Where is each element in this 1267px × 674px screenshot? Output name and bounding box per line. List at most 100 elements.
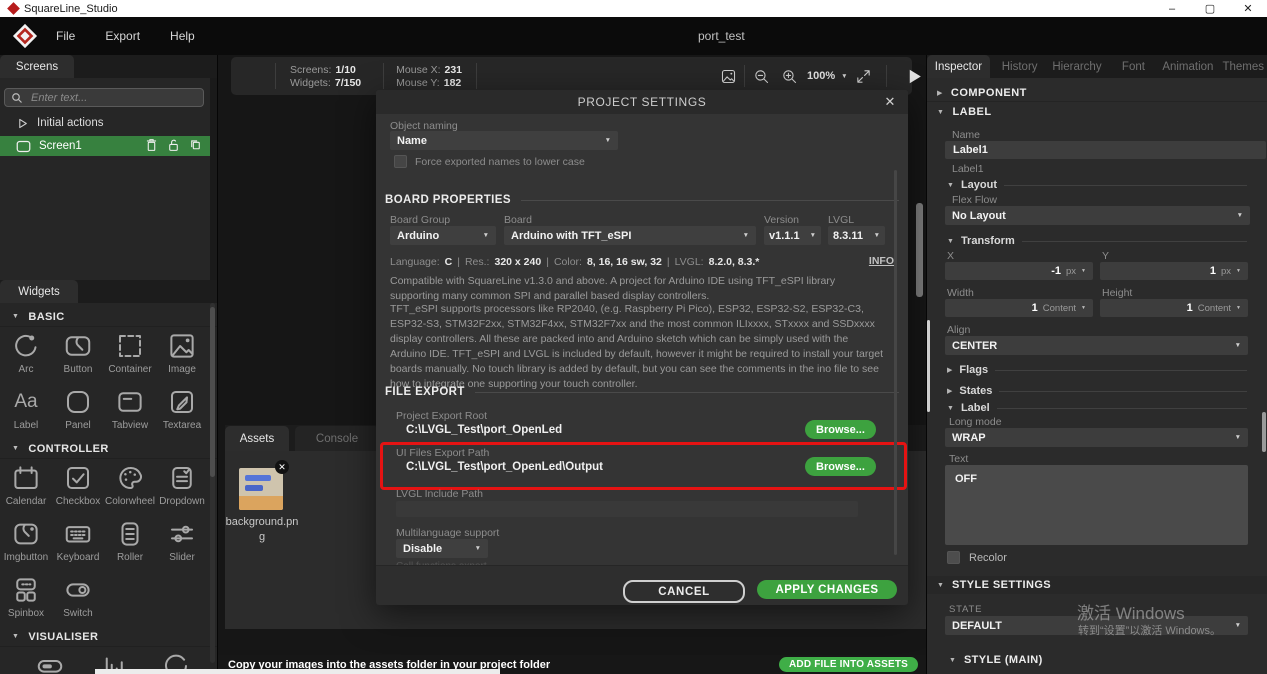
canvas-scrollbar[interactable] bbox=[916, 203, 923, 297]
zoom-level[interactable]: 100% bbox=[807, 70, 835, 82]
widget-textarea[interactable]: Textarea bbox=[156, 383, 208, 439]
x-field[interactable]: -1px ▼ bbox=[945, 262, 1093, 280]
zoom-out-icon[interactable] bbox=[749, 64, 773, 88]
tab-assets[interactable]: Assets bbox=[225, 426, 289, 451]
flex-flow-dropdown[interactable]: No Layout ▼ bbox=[945, 206, 1250, 225]
zoom-in-icon[interactable] bbox=[777, 64, 801, 88]
duplicate-screen-icon[interactable] bbox=[189, 138, 202, 152]
minimize-button[interactable]: – bbox=[1153, 0, 1191, 17]
align-dropdown[interactable]: CENTER ▼ bbox=[945, 336, 1248, 355]
search-input[interactable] bbox=[29, 91, 193, 105]
height-field[interactable]: 1Content ▼ bbox=[1100, 299, 1248, 317]
component-section[interactable]: ▶ COMPONENT bbox=[937, 87, 1027, 99]
menu-export[interactable]: Export bbox=[105, 29, 140, 43]
text-textarea[interactable]: OFF bbox=[945, 465, 1248, 545]
widget-slider[interactable]: Slider bbox=[156, 515, 208, 571]
panel-divider-scrollbar[interactable] bbox=[927, 320, 930, 412]
width-field[interactable]: 1Content ▼ bbox=[945, 299, 1093, 317]
browse-ui-files-button[interactable]: Browse... bbox=[805, 457, 876, 476]
project-export-root-value[interactable]: C:\LVGL_Test\port_OpenLed bbox=[406, 424, 562, 436]
unit-caret-icon[interactable]: ▼ bbox=[1081, 268, 1086, 274]
lvgl-version-dropdown[interactable]: 8.3.11 ▼ bbox=[828, 226, 885, 245]
inspector-scrollbar[interactable] bbox=[1262, 412, 1266, 452]
tab-font[interactable]: Font bbox=[1112, 55, 1154, 78]
board-group-dropdown[interactable]: Arduino ▼ bbox=[390, 226, 496, 245]
long-mode-dropdown[interactable]: WRAP ▼ bbox=[945, 428, 1248, 447]
asset-thumbnail[interactable] bbox=[239, 468, 283, 510]
widgets-scrollbar[interactable] bbox=[210, 303, 215, 663]
widget-tabview[interactable]: Tabview bbox=[104, 383, 156, 439]
version-dropdown[interactable]: v1.1.1 ▼ bbox=[764, 226, 821, 245]
apply-changes-button[interactable]: APPLY CHANGES bbox=[757, 580, 897, 599]
dialog-scrollbar[interactable] bbox=[894, 170, 897, 555]
tab-inspector[interactable]: Inspector bbox=[927, 55, 990, 78]
ui-files-export-path-value[interactable]: C:\LVGL_Test\port_OpenLed\Output bbox=[406, 461, 603, 473]
widget-spinbox[interactable]: Spinbox bbox=[0, 571, 52, 627]
remove-asset-icon[interactable]: ✕ bbox=[275, 460, 289, 474]
section-controller[interactable]: ▼ CONTROLLER bbox=[0, 439, 218, 459]
widget-checkbox[interactable]: Checkbox bbox=[52, 459, 104, 515]
fit-screen-icon[interactable] bbox=[852, 64, 876, 88]
widget-switch[interactable]: Switch bbox=[52, 571, 104, 627]
states-section[interactable]: ▶ States bbox=[947, 385, 1247, 397]
tab-console[interactable]: Console bbox=[295, 426, 379, 451]
widget-colorwheel[interactable]: Colorwheel bbox=[104, 459, 156, 515]
menu-file[interactable]: File bbox=[56, 29, 75, 43]
multilanguage-dropdown[interactable]: Disable ▼ bbox=[396, 539, 488, 558]
play-button[interactable] bbox=[903, 64, 927, 88]
widget-keyboard[interactable]: Keyboard bbox=[52, 515, 104, 571]
widget-label[interactable]: Aa Label bbox=[0, 383, 52, 439]
name-input[interactable]: Label1 bbox=[945, 141, 1266, 159]
widget-arc[interactable]: Arc bbox=[0, 327, 52, 383]
tab-hierarchy[interactable]: Hierarchy bbox=[1047, 55, 1106, 78]
y-field[interactable]: 1px ▼ bbox=[1100, 262, 1248, 280]
maximize-button[interactable]: ▢ bbox=[1191, 0, 1229, 17]
label-section[interactable]: ▼ LABEL bbox=[937, 106, 992, 118]
close-button[interactable]: ✕ bbox=[1229, 0, 1267, 17]
zoom-caret-icon[interactable]: ▼ bbox=[841, 73, 847, 80]
screens-search[interactable] bbox=[4, 88, 204, 107]
transform-section[interactable]: ▼ Transform bbox=[947, 235, 1247, 247]
tab-history[interactable]: History bbox=[996, 55, 1044, 78]
screen-item-screen1[interactable]: Screen1 bbox=[0, 136, 210, 156]
tab-widgets[interactable]: Widgets bbox=[0, 280, 78, 303]
section-basic[interactable]: ▼ BASIC bbox=[0, 307, 218, 327]
menu-help[interactable]: Help bbox=[170, 29, 195, 43]
force-lowercase-checkbox[interactable] bbox=[394, 155, 407, 168]
label-sub-section[interactable]: ▼ Label bbox=[947, 402, 1247, 414]
flags-section[interactable]: ▶ Flags bbox=[947, 364, 1247, 376]
cancel-button[interactable]: CANCEL bbox=[623, 580, 745, 603]
lock-open-icon[interactable] bbox=[167, 138, 180, 152]
delete-screen-icon[interactable] bbox=[145, 138, 158, 152]
style-settings-section[interactable]: ▼ STYLE SETTINGS bbox=[927, 576, 1267, 594]
widget-panel[interactable]: Panel bbox=[52, 383, 104, 439]
widget-imgbutton[interactable]: Imgbutton bbox=[0, 515, 52, 571]
add-file-into-assets-button[interactable]: ADD FILE INTO ASSETS bbox=[779, 657, 918, 672]
info-link[interactable]: INFO bbox=[869, 255, 894, 267]
widget-calendar[interactable]: Calendar bbox=[0, 459, 52, 515]
recolor-checkbox[interactable] bbox=[947, 551, 960, 564]
widget-bar[interactable] bbox=[18, 647, 81, 674]
widget-roller[interactable]: Roller bbox=[104, 515, 156, 571]
widget-container[interactable]: Container bbox=[104, 327, 156, 383]
style-main-section[interactable]: ▼ STYLE (MAIN) bbox=[939, 651, 1267, 669]
initial-actions-row[interactable]: Initial actions bbox=[0, 114, 210, 132]
widget-button[interactable]: Button bbox=[52, 327, 104, 383]
dialog-close-icon[interactable]: ✕ bbox=[882, 94, 898, 110]
lvgl-include-path-input[interactable] bbox=[396, 501, 858, 517]
browse-project-root-button[interactable]: Browse... bbox=[805, 420, 876, 439]
unit-caret-icon[interactable]: ▼ bbox=[1236, 305, 1241, 311]
unit-caret-icon[interactable]: ▼ bbox=[1236, 268, 1241, 274]
board-dropdown[interactable]: Arduino with TFT_eSPI ▼ bbox=[504, 226, 756, 245]
widget-dropdown[interactable]: Dropdown bbox=[156, 459, 208, 515]
section-visualiser[interactable]: ▼ VISUALISER bbox=[0, 627, 218, 647]
object-naming-dropdown[interactable]: Name ▼ bbox=[390, 131, 618, 150]
layout-section[interactable]: ▼ Layout bbox=[947, 179, 1247, 191]
tab-themes[interactable]: Themes bbox=[1219, 55, 1267, 78]
unit-caret-icon[interactable]: ▼ bbox=[1081, 305, 1086, 311]
screenshot-icon[interactable] bbox=[716, 64, 740, 88]
state-dropdown[interactable]: DEFAULT ▼ bbox=[945, 616, 1248, 635]
tab-screens[interactable]: Screens bbox=[0, 55, 74, 78]
widget-image[interactable]: Image bbox=[156, 327, 208, 383]
tab-animation[interactable]: Animation bbox=[1158, 55, 1217, 78]
